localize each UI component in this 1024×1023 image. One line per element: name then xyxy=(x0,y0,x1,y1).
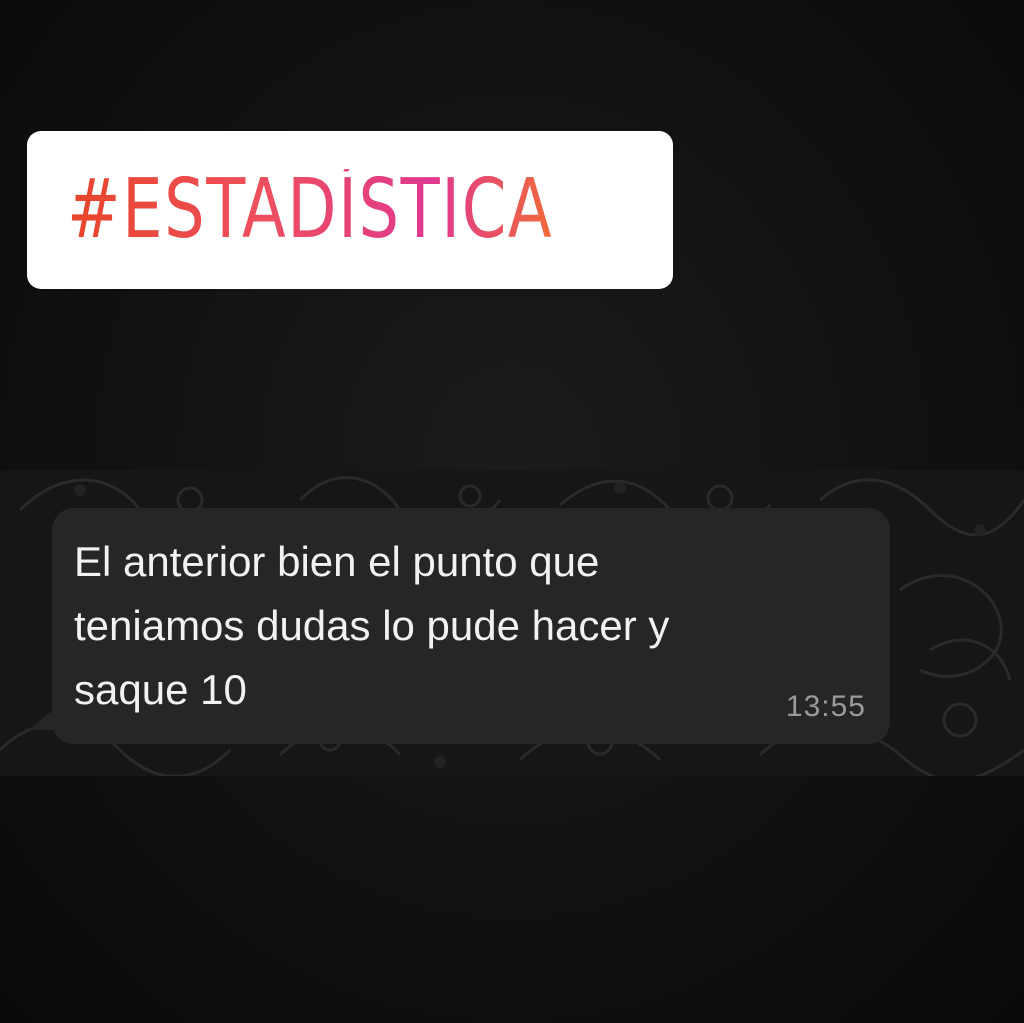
hashtag-sticker[interactable]: #ESTADÍSTICA xyxy=(27,131,673,289)
message-text: El anterior bien el punto que teniamos d… xyxy=(74,538,670,713)
message-bubble[interactable]: El anterior bien el punto que teniamos d… xyxy=(52,508,890,744)
hashtag-text: #ESTADÍSTICA xyxy=(67,162,554,257)
message-timestamp: 13:55 xyxy=(785,690,866,723)
story-canvas: #ESTADÍSTICA El anterior bien el punto q… xyxy=(0,0,1024,1023)
